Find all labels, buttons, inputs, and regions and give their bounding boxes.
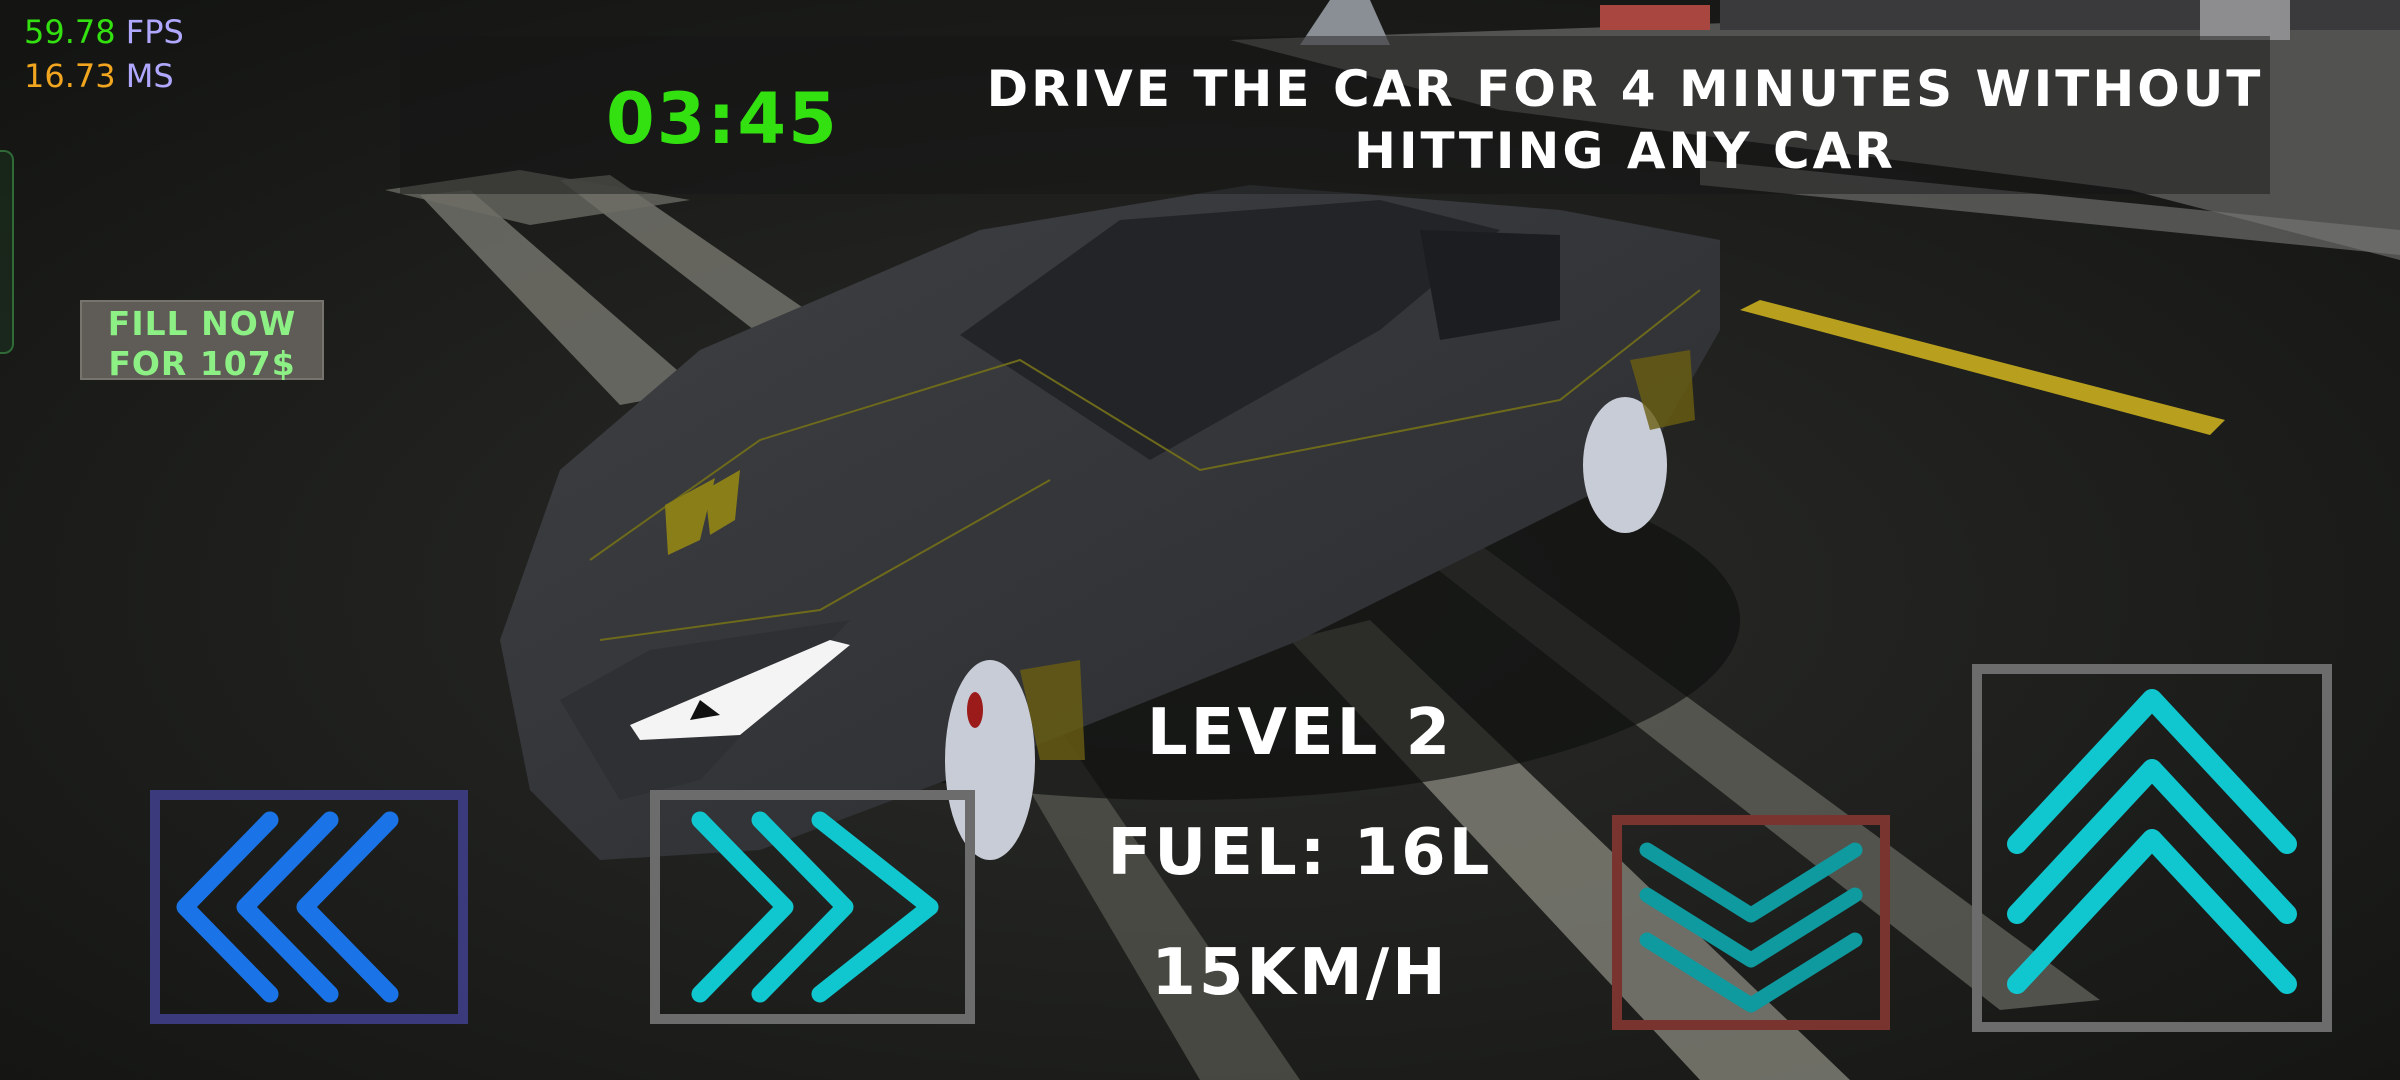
ms-label: MS	[125, 57, 174, 95]
countdown-timer: 03:45	[606, 78, 839, 160]
side-panel-handle[interactable]	[0, 150, 14, 354]
right-arrows-icon	[650, 790, 975, 1024]
steer-left-button[interactable]	[150, 790, 468, 1024]
fuel-readout: FUEL: 16L	[1107, 816, 1493, 890]
fps-label: FPS	[125, 13, 184, 51]
ramp-object	[2200, 0, 2290, 40]
objective-line-2: HITTING ANY CAR	[1354, 122, 1896, 180]
speed-readout: 15KM/H	[1151, 936, 1449, 1010]
brake-button[interactable]	[1612, 815, 1890, 1030]
level-label: LEVEL 2	[1146, 696, 1454, 770]
down-arrows-icon	[1612, 815, 1890, 1030]
left-arrows-icon	[150, 790, 468, 1024]
objective-line-1: DRIVE THE CAR FOR 4 MINUTES WITHOUT	[986, 60, 2264, 118]
up-arrows-icon	[1972, 664, 2332, 1032]
performance-stats: 59.78 FPS 16.73 MS	[24, 10, 184, 98]
steer-right-button[interactable]	[650, 790, 975, 1024]
fill-button-line-1: FILL NOW	[107, 304, 297, 343]
ms-value: 16.73	[24, 57, 116, 95]
fps-value: 59.78	[24, 13, 116, 51]
fill-button-line-2: FOR 107$	[108, 344, 296, 383]
fps-readout: 59.78 FPS	[24, 10, 184, 54]
barrier-object	[1600, 5, 1710, 30]
mission-objective: DRIVE THE CAR FOR 4 MINUTES WITHOUT HITT…	[980, 58, 2270, 182]
accelerate-button[interactable]	[1972, 664, 2332, 1032]
fill-fuel-button[interactable]: FILL NOW FOR 107$	[80, 300, 324, 383]
building-base	[1720, 0, 2400, 30]
ms-readout: 16.73 MS	[24, 54, 184, 98]
